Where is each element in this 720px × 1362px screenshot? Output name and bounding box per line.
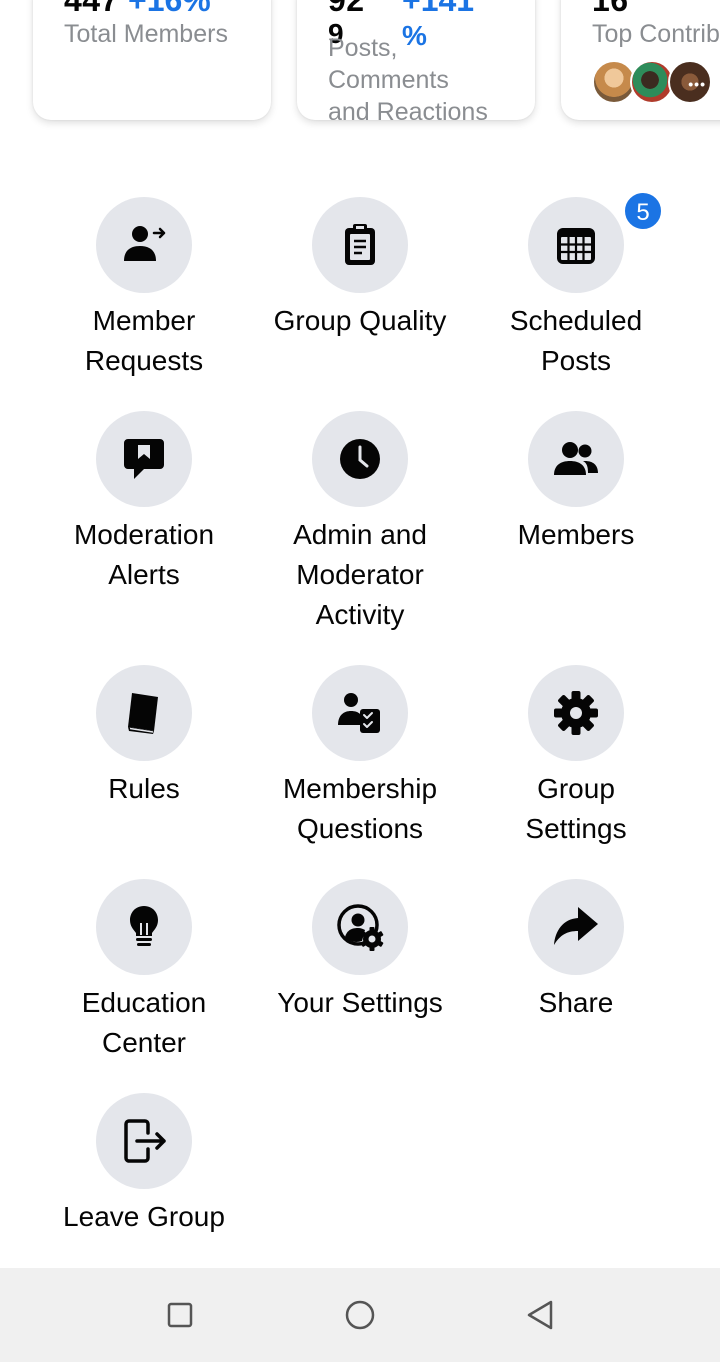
total-members-card[interactable]: 447 +16% Total Members <box>33 0 271 120</box>
scheduled-posts-button[interactable]: 5 <box>528 191 663 293</box>
recents-button[interactable] <box>155 1290 205 1340</box>
scheduled-count-badge: 5 <box>623 191 663 231</box>
share-button[interactable] <box>528 879 624 975</box>
tool-label: Group Settings <box>525 773 627 844</box>
gear-icon <box>554 691 598 735</box>
triangle-back-icon <box>527 1300 553 1330</box>
avatar: ••• <box>668 60 712 104</box>
membership-questions-button[interactable] <box>312 665 408 761</box>
tool-label: Scheduled Posts <box>509 305 643 376</box>
clock-icon <box>340 439 380 479</box>
book-icon <box>128 693 158 734</box>
share-arrow-icon <box>554 907 598 945</box>
square-icon <box>167 1302 193 1328</box>
tool-label: Education Center <box>81 987 207 1058</box>
total-members-value: 447 <box>64 0 119 18</box>
your-settings-button[interactable] <box>312 879 408 975</box>
top-contributors-value: 16 <box>592 0 629 18</box>
admin-activity-button[interactable] <box>312 411 408 507</box>
back-button[interactable] <box>515 1290 565 1340</box>
posts-label: Posts, Comments and Reactions <box>328 34 488 120</box>
tool-label: Your Settings <box>277 987 443 1018</box>
members-button[interactable] <box>528 411 624 507</box>
lightbulb-icon <box>130 906 158 946</box>
tool-label: Leave Group <box>63 1201 225 1232</box>
clipboard-icon <box>345 224 375 265</box>
tool-label: Rules <box>108 773 180 804</box>
posts-value: 92 <box>328 0 365 18</box>
home-button[interactable] <box>335 1290 385 1340</box>
circle-icon <box>345 1300 375 1330</box>
tool-label: Admin and Moderator Activity <box>293 519 427 630</box>
leave-group-button[interactable] <box>96 1093 192 1189</box>
members-icon <box>554 442 598 475</box>
system-navigation-bar <box>0 1268 720 1362</box>
person-add-icon <box>124 226 166 261</box>
leave-door-icon <box>124 1119 166 1163</box>
tool-label: Moderation Alerts <box>73 519 215 590</box>
more-dots-icon: ••• <box>688 76 706 92</box>
member-requests-button[interactable] <box>96 197 192 293</box>
total-members-label: Total Members <box>64 20 228 48</box>
rules-button[interactable] <box>96 665 192 761</box>
insights-cards: 447 +16% Total Members 92 9 +141 % Posts… <box>0 0 720 150</box>
posts-card[interactable]: 92 9 +141 % Posts, Comments and Reaction… <box>297 0 535 120</box>
calendar-icon <box>557 228 595 264</box>
posts-change: +141 <box>402 0 475 18</box>
tool-label: Member Requests <box>84 305 204 376</box>
top-contributors-card[interactable]: 16 Top Contrib ••• <box>561 0 720 120</box>
tool-label: Membership Questions <box>282 773 438 844</box>
profile-gear-icon <box>337 904 384 951</box>
person-checklist-icon <box>338 693 380 733</box>
total-members-change: +16% <box>128 0 211 18</box>
tool-label: Members <box>517 519 635 550</box>
alert-bubble-icon <box>124 439 164 479</box>
tool-label: Group Quality <box>273 305 447 336</box>
group-settings-button[interactable] <box>528 665 624 761</box>
moderation-alerts-button[interactable] <box>96 411 192 507</box>
group-quality-button[interactable] <box>312 197 408 293</box>
tool-label: Share <box>538 987 614 1018</box>
education-center-button[interactable] <box>96 879 192 975</box>
top-contributors-label: Top Contrib <box>592 20 720 48</box>
